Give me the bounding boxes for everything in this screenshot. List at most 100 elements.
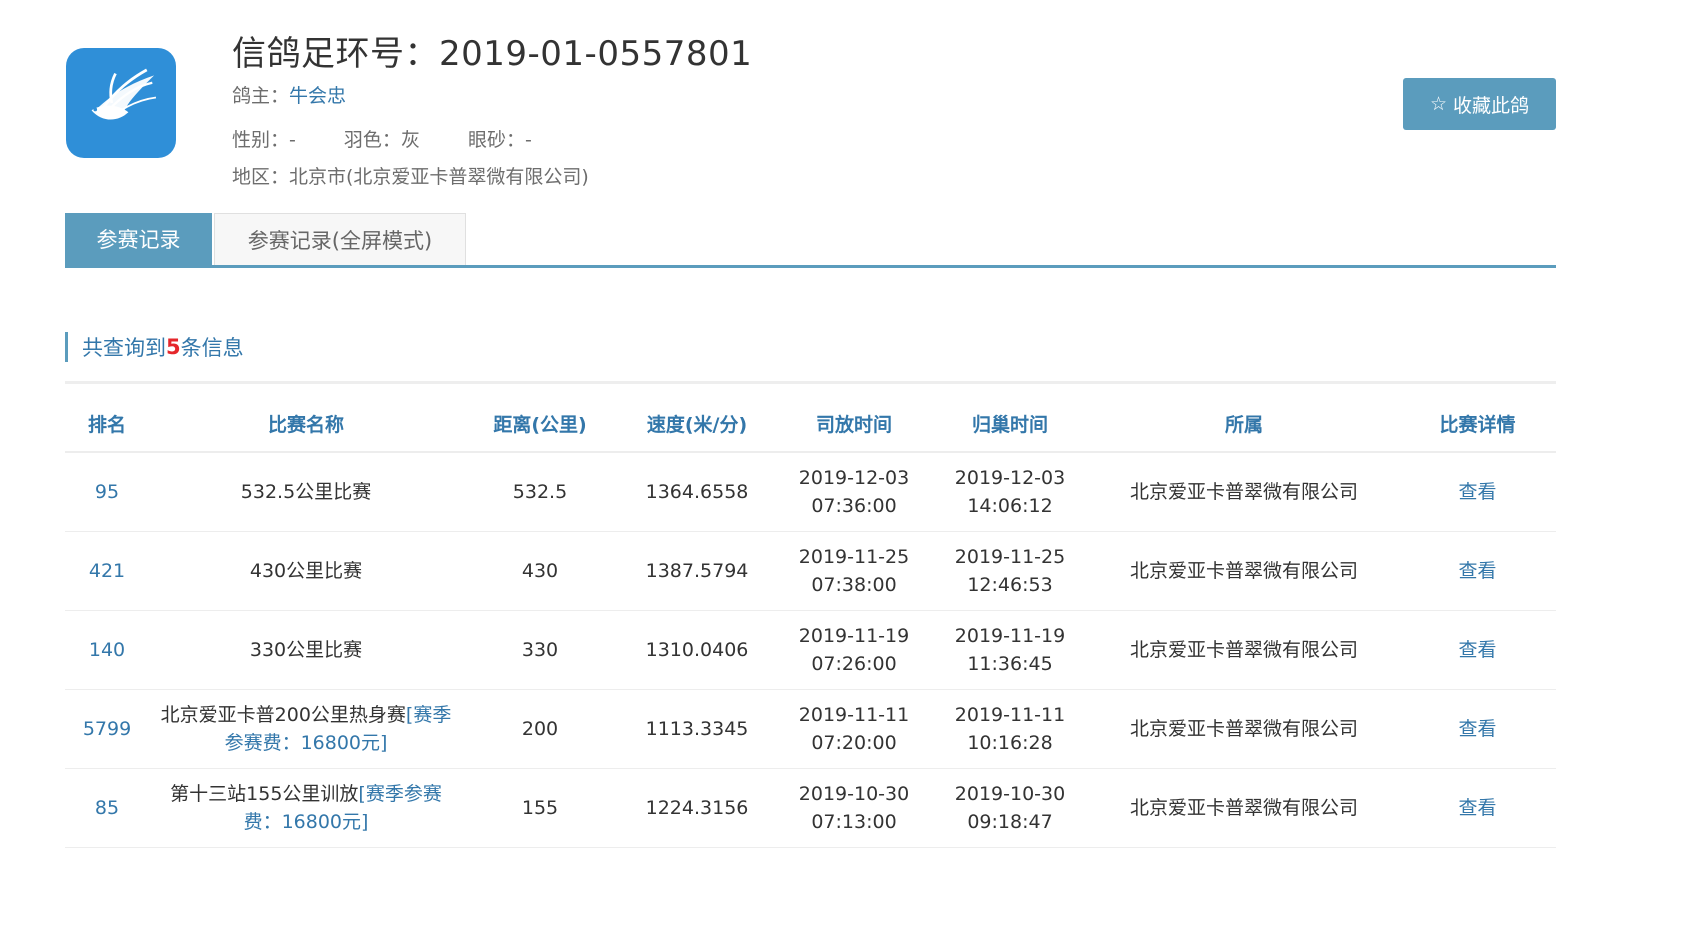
- owner-name-link[interactable]: 牛会忠: [289, 85, 346, 107]
- attribute-row: 性别：- 羽色：灰 眼砂：-: [232, 125, 574, 152]
- release-time-cell: 2019-11-19 07:26:00: [777, 610, 931, 690]
- pigeon-icon: [91, 68, 157, 120]
- release-date: 2019-11-25: [798, 546, 910, 568]
- return-date: 2019-11-25: [954, 546, 1066, 568]
- race-name-cell: 北京爱亚卡普200公里热身赛[赛季参赛费：16800元]: [149, 689, 463, 769]
- release-clock: 07:38:00: [811, 574, 897, 596]
- table-row: 421 430公里比赛 430 1387.5794 2019-11-25 07:3…: [65, 531, 1556, 611]
- column-header-speed: 速度(米/分): [617, 395, 777, 453]
- table-row: 95 532.5公里比赛 532.5 1364.6558 2019-12-03 0…: [65, 452, 1556, 532]
- race-name-cell: 430公里比赛: [149, 531, 463, 611]
- affiliation-cell: 北京爱亚卡普翠微有限公司: [1089, 768, 1399, 848]
- affiliation-cell: 北京爱亚卡普翠微有限公司: [1089, 452, 1399, 532]
- distance-cell: 430: [463, 531, 617, 611]
- table-row: 85 第十三站155公里训放[赛季参赛费：16800元] 155 1224.31…: [65, 768, 1556, 848]
- affiliation-cell: 北京爱亚卡普翠微有限公司: [1089, 610, 1399, 690]
- favorite-button[interactable]: ☆ 收藏此鸽: [1403, 78, 1556, 130]
- release-clock: 07:20:00: [811, 732, 897, 754]
- race-name: 第十三站155公里训放: [170, 783, 359, 805]
- column-header-race-name: 比赛名称: [149, 395, 463, 453]
- release-time-cell: 2019-10-30 07:13:00: [777, 768, 931, 848]
- return-clock: 09:18:47: [967, 811, 1053, 833]
- summary-prefix: 共查询到: [82, 336, 166, 360]
- page-title: 信鸽足环号：2019-01-0557801: [232, 34, 753, 74]
- view-detail-link[interactable]: 查看: [1399, 689, 1556, 769]
- rank-cell: 95: [65, 452, 149, 532]
- view-detail-link[interactable]: 查看: [1399, 610, 1556, 690]
- region-row: 地区：北京市(北京爱亚卡普翠微有限公司): [232, 162, 589, 189]
- race-name: 532.5公里比赛: [240, 481, 372, 503]
- owner-row: 鸽主：牛会忠: [232, 81, 346, 108]
- release-date: 2019-10-30: [798, 783, 910, 805]
- distance-cell: 155: [463, 768, 617, 848]
- table-header-row: 排名 比赛名称 距离(公里) 速度(米/分) 司放时间 归巢时间 所属 比赛详情: [65, 395, 1556, 453]
- tab-bar: 参赛记录 参赛记录(全屏模式): [65, 213, 1556, 268]
- affiliation-cell: 北京爱亚卡普翠微有限公司: [1089, 531, 1399, 611]
- owner-label: 鸽主：: [232, 85, 290, 107]
- release-clock: 07:13:00: [811, 811, 897, 833]
- speed-cell: 1364.6558: [617, 452, 777, 532]
- view-detail-link[interactable]: 查看: [1399, 768, 1556, 848]
- eye-label: 眼砂：: [468, 129, 526, 151]
- gender-attribute: 性别：-: [232, 125, 296, 152]
- return-clock: 11:36:45: [967, 653, 1053, 675]
- tab-race-records-fullscreen[interactable]: 参赛记录(全屏模式): [214, 213, 466, 265]
- race-name-cell: 532.5公里比赛: [149, 452, 463, 532]
- release-time-cell: 2019-11-25 07:38:00: [777, 531, 931, 611]
- return-time-cell: 2019-11-11 10:16:28: [931, 689, 1089, 769]
- feather-label: 羽色：: [343, 129, 401, 151]
- distance-cell: 532.5: [463, 452, 617, 532]
- race-name: 北京爱亚卡普200公里热身赛: [160, 704, 406, 726]
- feather-attribute: 羽色：灰: [344, 125, 420, 152]
- rank-cell: 421: [65, 531, 149, 611]
- result-count: 5: [166, 335, 181, 359]
- view-detail-link[interactable]: 查看: [1399, 531, 1556, 611]
- release-time-cell: 2019-12-03 07:36:00: [777, 452, 931, 532]
- column-header-affiliation: 所属: [1089, 395, 1399, 453]
- race-results-table: 排名 比赛名称 距离(公里) 速度(米/分) 司放时间 归巢时间 所属 比赛详情…: [65, 395, 1556, 848]
- race-name: 430公里比赛: [249, 560, 363, 582]
- region-label: 地区：: [232, 166, 290, 188]
- return-date: 2019-12-03: [954, 467, 1066, 489]
- eye-value: -: [525, 129, 532, 151]
- region-value: 北京市(北京爱亚卡普翠微有限公司): [289, 166, 589, 188]
- column-header-detail: 比赛详情: [1399, 395, 1556, 453]
- column-header-release-time: 司放时间: [777, 395, 931, 453]
- release-date: 2019-11-11: [798, 704, 910, 726]
- race-name-cell: 第十三站155公里训放[赛季参赛费：16800元]: [149, 768, 463, 848]
- release-date: 2019-12-03: [798, 467, 910, 489]
- speed-cell: 1310.0406: [617, 610, 777, 690]
- view-detail-link[interactable]: 查看: [1399, 452, 1556, 532]
- gender-value: -: [289, 129, 296, 151]
- table-row: 140 330公里比赛 330 1310.0406 2019-11-19 07:2…: [65, 610, 1556, 690]
- affiliation-cell: 北京爱亚卡普翠微有限公司: [1089, 689, 1399, 769]
- return-clock: 12:46:53: [967, 574, 1053, 596]
- release-clock: 07:36:00: [811, 495, 897, 517]
- column-header-distance: 距离(公里): [463, 395, 617, 453]
- release-clock: 07:26:00: [811, 653, 897, 675]
- speed-cell: 1224.3156: [617, 768, 777, 848]
- race-name: 330公里比赛: [249, 639, 363, 661]
- return-time-cell: 2019-10-30 09:18:47: [931, 768, 1089, 848]
- pigeon-logo-icon: [66, 48, 176, 158]
- table-row: 5799 北京爱亚卡普200公里热身赛[赛季参赛费：16800元] 200 11…: [65, 689, 1556, 769]
- divider: [65, 381, 1556, 384]
- result-summary: 共查询到 5 条信息: [65, 332, 244, 362]
- eye-attribute: 眼砂：-: [468, 125, 532, 152]
- rank-cell: 85: [65, 768, 149, 848]
- return-clock: 10:16:28: [967, 732, 1053, 754]
- favorite-button-label: 收藏此鸽: [1453, 94, 1530, 117]
- rank-cell: 5799: [65, 689, 149, 769]
- distance-cell: 330: [463, 610, 617, 690]
- release-time-cell: 2019-11-11 07:20:00: [777, 689, 931, 769]
- return-date: 2019-11-11: [954, 704, 1066, 726]
- feather-value: 灰: [400, 129, 420, 151]
- return-clock: 14:06:12: [967, 495, 1053, 517]
- rank-cell: 140: [65, 610, 149, 690]
- speed-cell: 1113.3345: [617, 689, 777, 769]
- tab-race-records[interactable]: 参赛记录: [65, 213, 212, 265]
- release-date: 2019-11-19: [798, 625, 910, 647]
- speed-cell: 1387.5794: [617, 531, 777, 611]
- gender-label: 性别：: [232, 129, 290, 151]
- column-header-return-time: 归巢时间: [931, 395, 1089, 453]
